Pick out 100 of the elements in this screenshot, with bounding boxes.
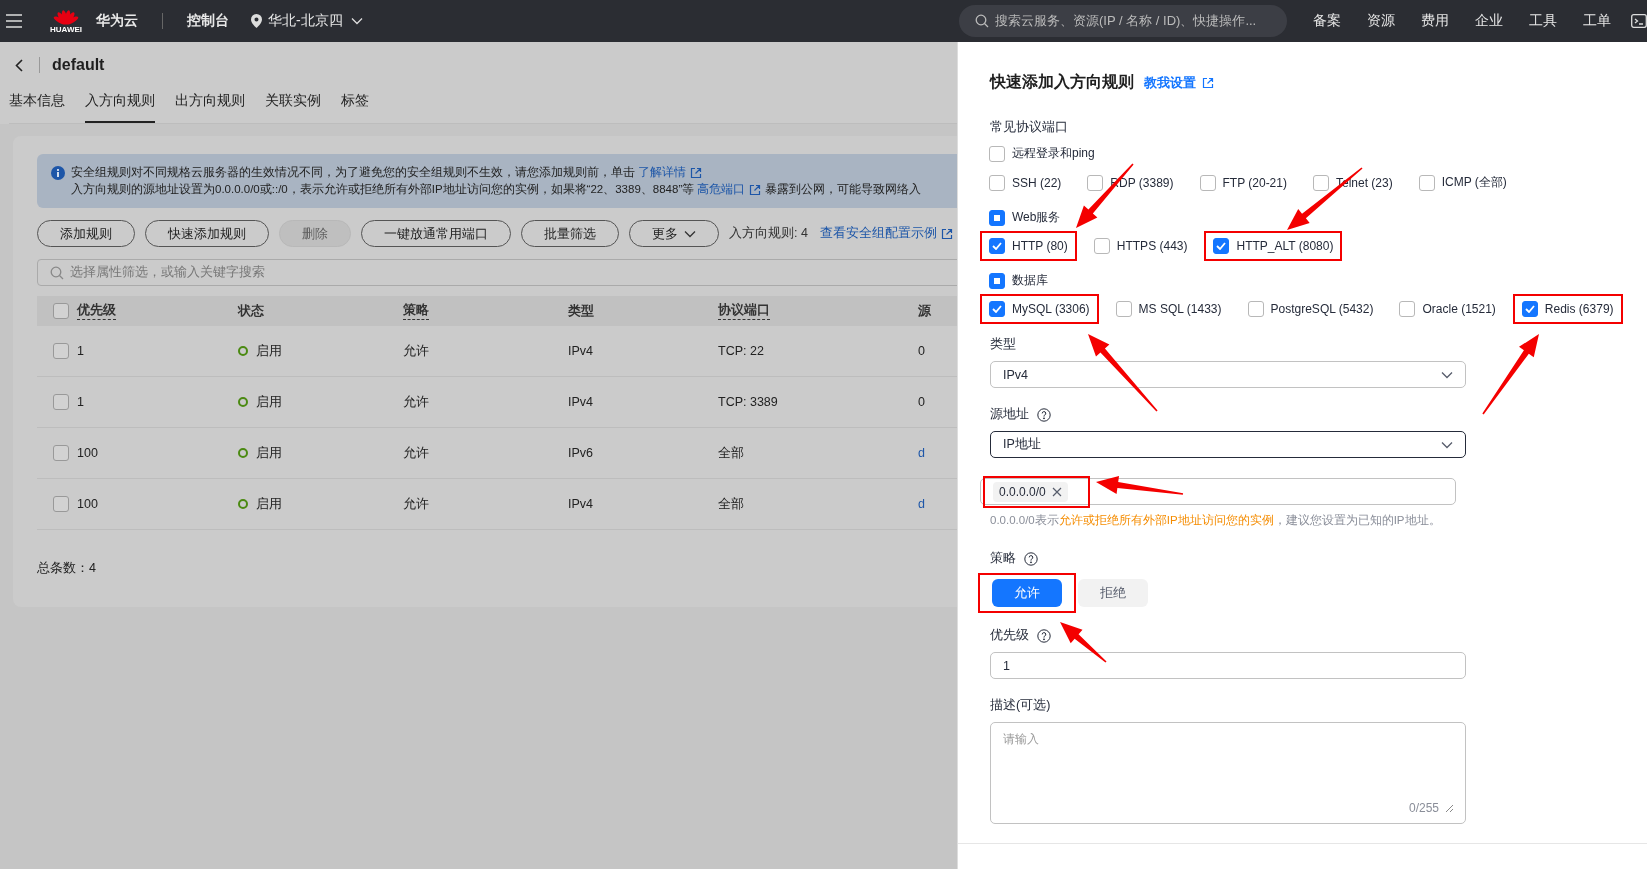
checkbox[interactable] <box>989 145 1005 162</box>
port-option[interactable]: HTTPS (443) <box>1084 231 1197 261</box>
help-icon[interactable] <box>1024 551 1038 566</box>
port-option[interactable]: MySQL (3306) <box>980 294 1099 324</box>
select-all-checkbox[interactable] <box>53 303 69 319</box>
help-link[interactable]: 教我设置 <box>1144 73 1214 92</box>
check-icon <box>992 305 1002 313</box>
checkbox[interactable] <box>1521 301 1538 317</box>
field-label: 优先级 <box>990 627 1029 644</box>
policy-option[interactable]: 拒绝 <box>1078 579 1148 607</box>
table-cell: 启用 <box>256 342 282 360</box>
checkbox[interactable] <box>989 301 1005 317</box>
policy-option[interactable]: 允许 <box>992 579 1062 607</box>
table-cell: 1 <box>77 344 84 358</box>
row-checkbox[interactable] <box>53 445 69 461</box>
port-option[interactable]: SSH (22) <box>980 167 1071 198</box>
checkbox[interactable] <box>1199 174 1216 191</box>
nav-link[interactable]: 费用 <box>1421 12 1449 30</box>
notice-text: 暴露到公网，可能导致网络入 <box>764 183 921 195</box>
type-select[interactable]: IPv4 <box>990 361 1466 388</box>
nav-link[interactable]: 工单 <box>1583 12 1611 30</box>
nav-link[interactable]: 备案 <box>1313 12 1341 30</box>
field-label: 类型 <box>990 336 1016 353</box>
resize-handle-icon[interactable] <box>1445 804 1453 812</box>
table-cell: 全部 <box>718 495 744 513</box>
checkbox[interactable] <box>1312 174 1329 191</box>
region-selector[interactable]: 华北-北京四 <box>268 12 343 30</box>
console-link[interactable]: 控制台 <box>187 12 229 30</box>
table-cell: IPv4 <box>568 395 593 409</box>
tab[interactable]: 基本信息 <box>9 88 65 123</box>
search-field[interactable]: 搜索云服务、资源(IP / 名称 / ID)、快捷操作... <box>959 5 1287 37</box>
table-link[interactable]: d <box>918 446 925 460</box>
column-header[interactable]: 类型 <box>568 302 594 320</box>
status-icon <box>238 499 248 509</box>
nav-link[interactable]: 工具 <box>1529 12 1557 30</box>
checkbox[interactable] <box>1399 301 1416 317</box>
checkbox[interactable] <box>989 238 1005 254</box>
table-cell: 1 <box>77 395 84 409</box>
port-option[interactable]: Redis (6379) <box>1512 294 1623 324</box>
checkbox[interactable] <box>989 272 1005 289</box>
checkbox[interactable] <box>1093 238 1110 254</box>
port-option[interactable]: Oracle (1521) <box>1390 294 1505 324</box>
example-link[interactable]: 查看安全组配置示例 <box>819 225 953 242</box>
port-option[interactable]: PostgreSQL (5432) <box>1238 294 1383 324</box>
checkbox[interactable] <box>989 174 1005 191</box>
table-cell: TCP: 3389 <box>718 395 778 409</box>
row-checkbox[interactable] <box>53 394 69 410</box>
row-checkbox[interactable] <box>53 343 69 359</box>
group-checkbox-option[interactable]: 数据库 <box>980 265 1057 296</box>
notice-text: 入方向规则的源地址设置为0.0.0.0/0或::/0，表示允许或拒绝所有外部IP地址访问您的实例，如果将“22、3389、8848”等 <box>71 183 695 195</box>
tab[interactable]: 入方向规则 <box>85 88 155 123</box>
rule-count: 入方向规则: 4 <box>729 225 808 242</box>
nav-link[interactable]: 资源 <box>1367 12 1395 30</box>
brand-name[interactable]: 华为云 <box>96 12 138 30</box>
checkbox[interactable] <box>989 209 1005 226</box>
table-cell: 启用 <box>256 393 282 411</box>
close-icon[interactable] <box>1051 486 1062 497</box>
status-icon <box>238 397 248 407</box>
checkbox[interactable] <box>1247 301 1264 317</box>
table-link[interactable]: d <box>918 497 925 511</box>
port-option[interactable]: MS SQL (1433) <box>1106 294 1231 324</box>
column-header[interactable]: 源 <box>918 302 931 320</box>
column-header[interactable]: 协议端口 <box>718 302 770 320</box>
flower-logo-icon[interactable] <box>53 8 79 25</box>
column-header[interactable]: 策略 <box>403 302 429 320</box>
terminal-icon[interactable] <box>1631 14 1647 28</box>
source-select[interactable]: IP地址 <box>990 431 1466 458</box>
external-link-icon <box>749 183 762 196</box>
table-cell: 允许 <box>403 495 429 513</box>
checkbox[interactable] <box>1087 174 1104 191</box>
checkbox[interactable] <box>1418 174 1435 191</box>
port-option[interactable]: FTP (20-21) <box>1190 167 1296 198</box>
port-option[interactable]: HTTP (80) <box>980 231 1077 261</box>
help-icon[interactable] <box>1037 628 1051 643</box>
external-link-icon <box>690 166 703 179</box>
group-checkbox-option[interactable]: Web服务 <box>980 202 1070 233</box>
tab[interactable]: 标签 <box>341 88 369 123</box>
page-title: default <box>52 56 105 74</box>
checkbox[interactable] <box>1115 301 1132 317</box>
port-option[interactable]: ICMP (全部) <box>1409 167 1516 198</box>
column-header[interactable]: 优先级 <box>77 302 116 320</box>
column-header[interactable]: 状态 <box>238 302 264 320</box>
high-risk-ports-link[interactable]: 高危端口 <box>697 181 762 198</box>
help-icon[interactable] <box>1037 407 1051 422</box>
learn-more-link[interactable]: 了解详情 <box>638 164 703 181</box>
back-icon[interactable] <box>15 58 23 72</box>
menu-icon[interactable] <box>6 14 22 28</box>
ip-tag[interactable]: 0.0.0.0/0 <box>993 481 1068 502</box>
row-checkbox[interactable] <box>53 496 69 512</box>
port-option[interactable]: HTTP_ALT (8080) <box>1204 231 1343 261</box>
nav-link[interactable]: 企业 <box>1475 12 1503 30</box>
tab[interactable]: 关联实例 <box>265 88 321 123</box>
table-cell: 全部 <box>718 444 744 462</box>
group-checkbox-option[interactable]: 远程登录和ping <box>980 138 1104 169</box>
priority-input[interactable]: 1 <box>990 652 1466 679</box>
toolbar-button[interactable]: 快速添加规则 <box>145 220 269 247</box>
status-icon <box>238 448 248 458</box>
checkbox[interactable] <box>1213 238 1230 254</box>
tab[interactable]: 出方向规则 <box>175 88 245 123</box>
location-pin-icon <box>251 14 262 28</box>
